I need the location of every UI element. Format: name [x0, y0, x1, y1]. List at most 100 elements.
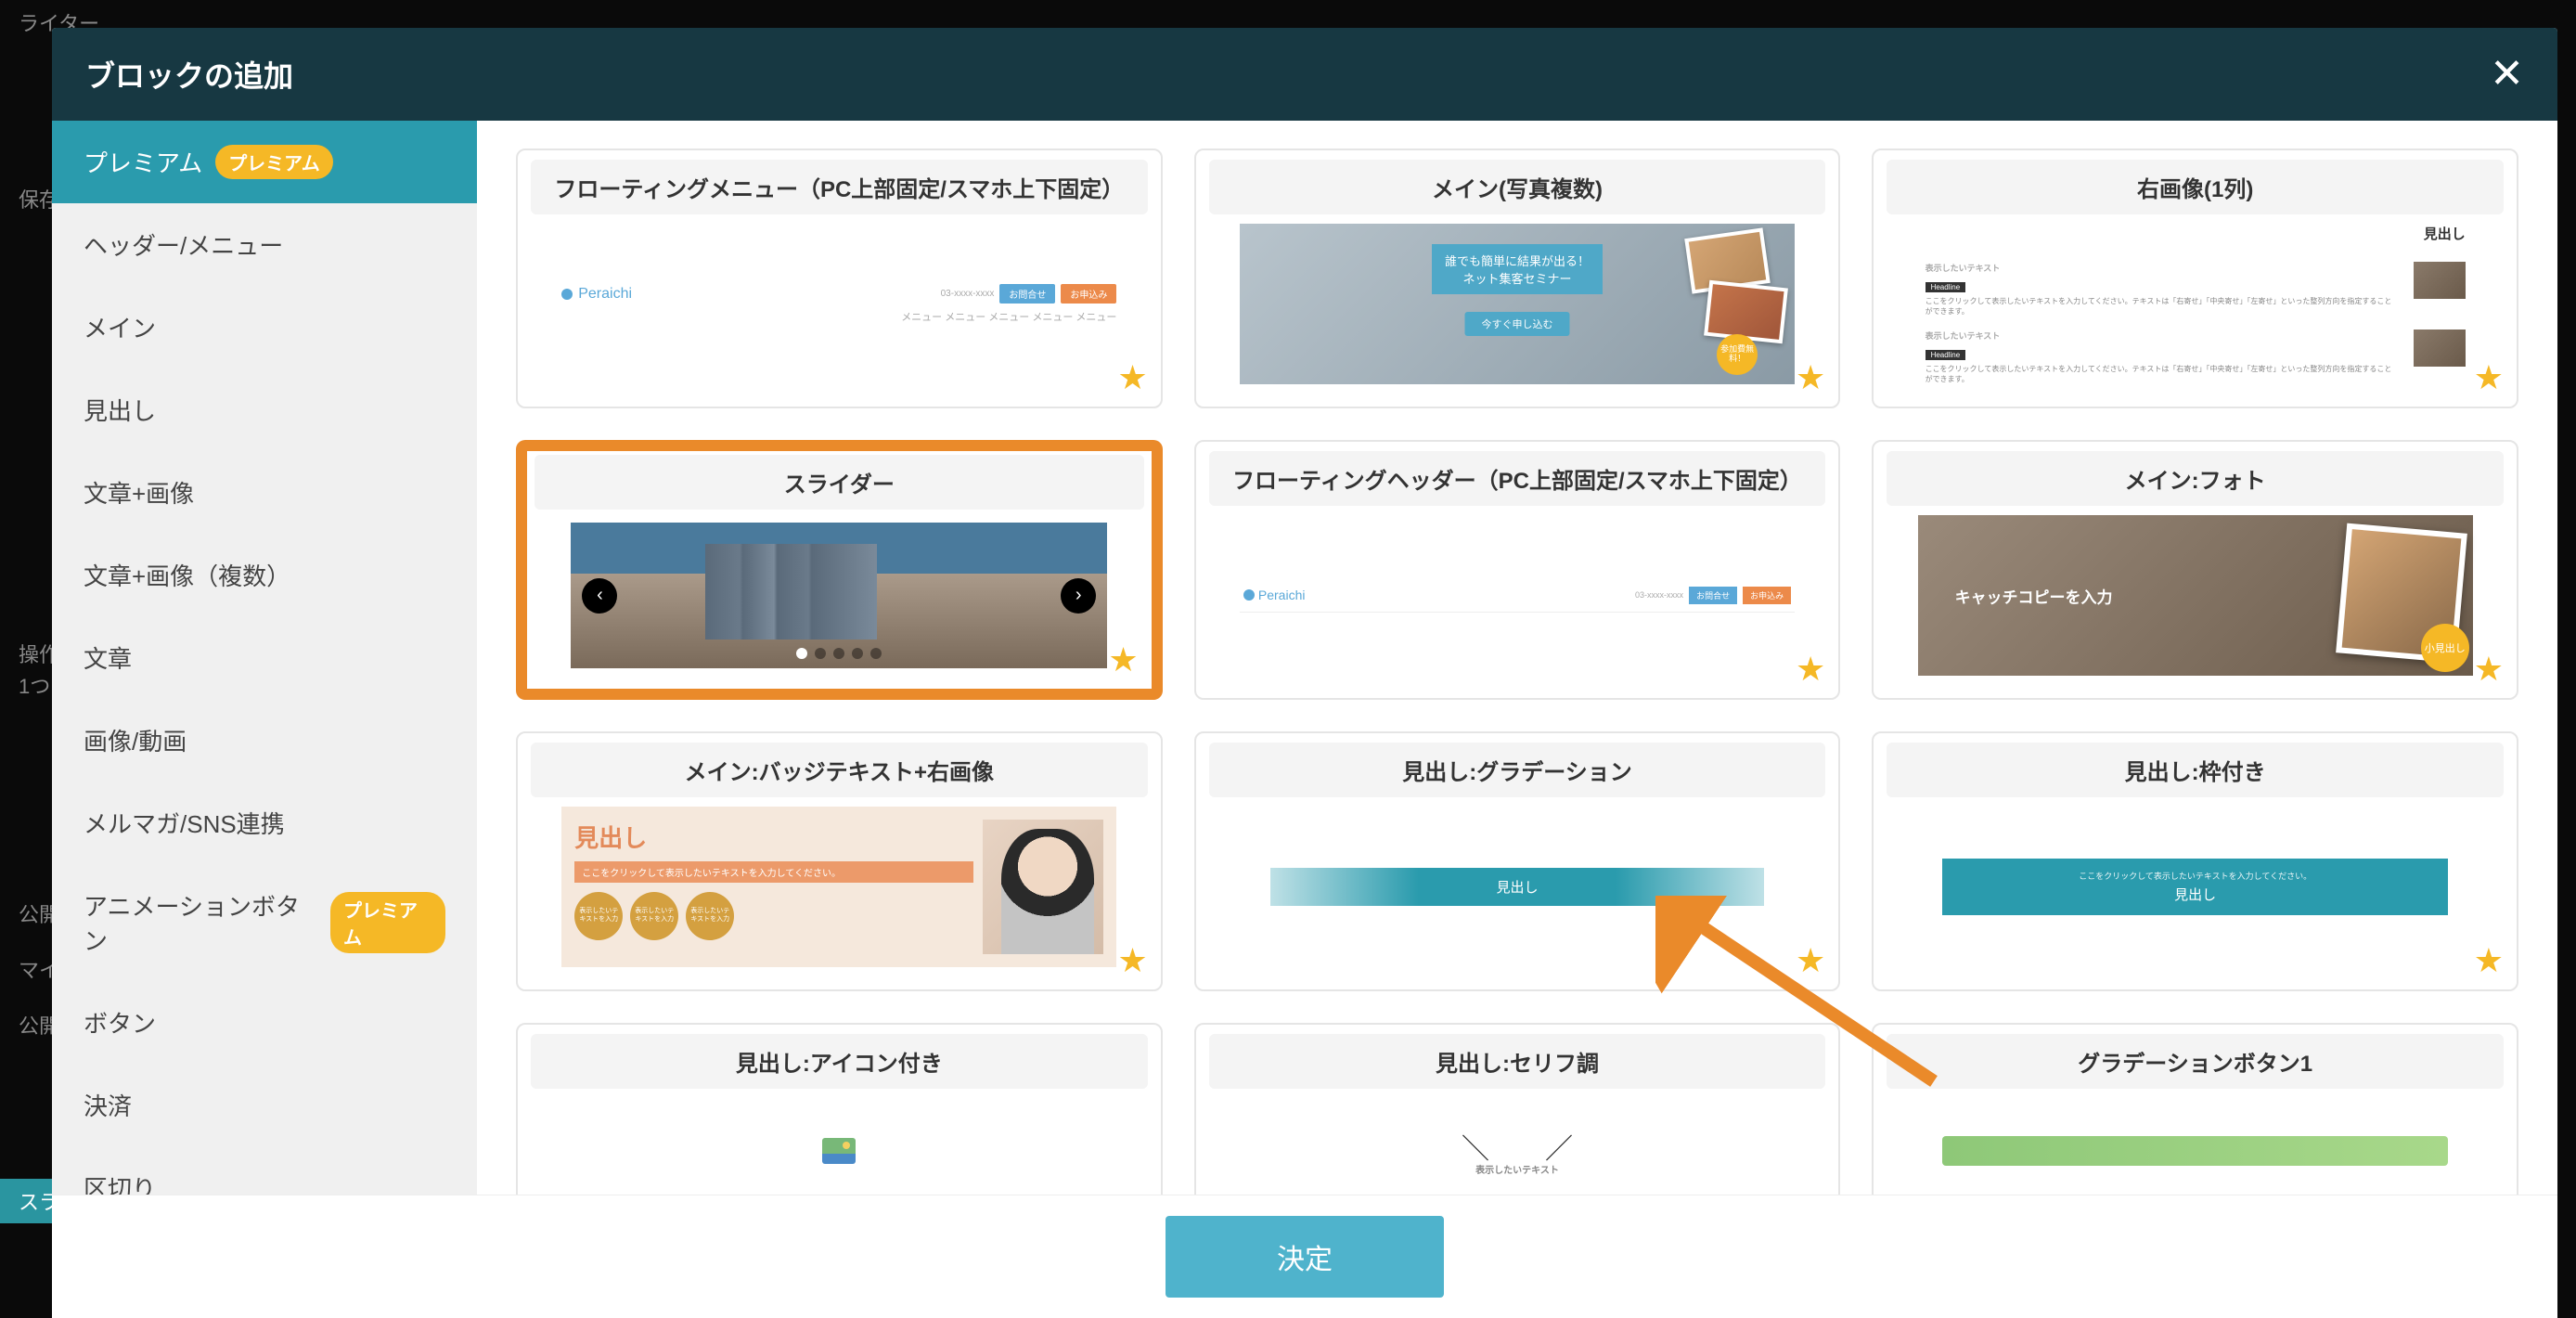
card-title: 見出し:アイコン付き: [531, 1034, 1148, 1089]
sidebar-item-divider[interactable]: 区切り: [52, 1146, 477, 1195]
block-card-badge-text-right-image[interactable]: メイン:バッジテキスト+右画像 見出し ここをクリックして表示したいテキストを入…: [516, 731, 1163, 991]
card-preview: ここをクリックして表示したいテキストを入力してください。 見出し: [1887, 797, 2504, 976]
preview-heading: 見出し: [1270, 868, 1764, 906]
block-card-main-photos[interactable]: メイン(写真複数) 誰でも簡単に結果が出る！ ネット集客セミナー 今すぐ申し込む…: [1194, 149, 1841, 408]
sidebar-item-label: ボタン: [84, 1005, 156, 1040]
slider-dots: [796, 648, 882, 659]
sidebar-item-payment[interactable]: 決済: [52, 1064, 477, 1146]
sidebar-item-text-image-multi[interactable]: 文章+画像（複数）: [52, 534, 477, 616]
card-preview: 見出し: [1209, 797, 1826, 976]
sidebar-item-button[interactable]: ボタン: [52, 981, 477, 1064]
block-grid: フローティングメニュー（PC上部固定/スマホ上下固定） Peraichi 03-…: [516, 149, 2518, 1195]
block-card-right-image[interactable]: 右画像(1列) 見出し 表示したいテキスト Headline ここをクリックして…: [1872, 149, 2518, 408]
card-title: 見出し:枠付き: [1887, 743, 2504, 797]
card-title: 見出し:セリフ調: [1209, 1034, 1826, 1089]
sidebar-item-heading[interactable]: 見出し: [52, 368, 477, 451]
sidebar-item-image-video[interactable]: 画像/動画: [52, 699, 477, 782]
favorite-star-icon[interactable]: ★: [2474, 941, 2504, 980]
preview-heading: ここをクリックして表示したいテキストを入力してください。 見出し: [1942, 859, 2448, 915]
card-title: メイン:バッジテキスト+右画像: [531, 743, 1148, 797]
preview-image: [2414, 262, 2466, 299]
preview-badge: 参加費無料！: [1717, 334, 1758, 375]
favorite-star-icon[interactable]: ★: [1796, 941, 1825, 980]
block-card-heading-gradation[interactable]: 見出し:グラデーション 見出し ★: [1194, 731, 1841, 991]
close-button[interactable]: ✕: [2490, 54, 2524, 95]
sidebar-item-text-image[interactable]: 文章+画像: [52, 451, 477, 534]
favorite-star-icon[interactable]: ★: [1108, 640, 1138, 679]
preview-badge: 小見出し: [2421, 624, 2469, 672]
favorite-star-icon[interactable]: ★: [1117, 358, 1147, 397]
sidebar-item-label: アニメーションボタン: [84, 888, 317, 957]
preview-bar: ここをクリックして表示したいテキストを入力してください。: [574, 861, 973, 883]
sidebar-item-label: 文章: [84, 640, 132, 675]
block-card-heading-icon[interactable]: 見出し:アイコン付き: [516, 1023, 1163, 1195]
add-block-modal: ブロックの追加 ✕ プレミアム プレミアム ヘッダー/メニュー メイン 見出し …: [52, 28, 2557, 1318]
sidebar-item-premium[interactable]: プレミアム プレミアム: [52, 121, 477, 203]
block-card-floating-menu[interactable]: フローティングメニュー（PC上部固定/スマホ上下固定） Peraichi 03-…: [516, 149, 1163, 408]
preview-logo: Peraichi: [578, 286, 632, 303]
card-title: グラデーションボタン1: [1887, 1034, 2504, 1089]
sidebar-item-label: 見出し: [84, 393, 156, 427]
favorite-star-icon[interactable]: ★: [1117, 941, 1147, 980]
block-card-main-photo[interactable]: メイン:フォト キャッチコピーを入力 小見出し ★: [1872, 440, 2518, 700]
preview-title: 見出し: [574, 820, 973, 854]
sidebar-item-label: 決済: [84, 1088, 132, 1122]
modal-body: プレミアム プレミアム ヘッダー/メニュー メイン 見出し 文章+画像 文章+画…: [52, 121, 2557, 1195]
block-grid-container: フローティングメニュー（PC上部固定/スマホ上下固定） Peraichi 03-…: [477, 121, 2557, 1195]
card-title: フローティングメニュー（PC上部固定/スマホ上下固定）: [531, 160, 1148, 214]
sidebar-item-label: 文章+画像（複数）: [84, 558, 290, 592]
premium-badge: プレミアム: [330, 892, 445, 953]
card-title: 見出し:グラデーション: [1209, 743, 1826, 797]
card-title: 右画像(1列): [1887, 160, 2504, 214]
block-card-gradation-button[interactable]: グラデーションボタン1: [1872, 1023, 2518, 1195]
sidebar-item-text[interactable]: 文章: [52, 616, 477, 699]
sidebar-item-newsletter-sns[interactable]: メルマガ/SNS連携: [52, 782, 477, 864]
sidebar-item-label: メイン: [84, 310, 156, 344]
slider-next-icon: ›: [1061, 578, 1096, 614]
sidebar-item-label: 画像/動画: [84, 723, 187, 757]
card-preview: ‹ ›: [535, 510, 1144, 681]
preview-heading: 誰でも簡単に結果が出る！ ネット集客セミナー: [1432, 244, 1603, 294]
preview-text: 表示したいテキスト: [1475, 1162, 1559, 1176]
card-preview: 見出し ここをクリックして表示したいテキストを入力してください。 表示したいテキ…: [531, 797, 1148, 976]
card-preview: 見出し 表示したいテキスト Headline ここをクリックして表示したいテキス…: [1887, 214, 2504, 394]
sidebar-item-main[interactable]: メイン: [52, 286, 477, 368]
slider-prev-icon: ‹: [582, 578, 617, 614]
block-card-heading-frame[interactable]: 見出し:枠付き ここをクリックして表示したいテキストを入力してください。 見出し…: [1872, 731, 2518, 991]
preview-menu: メニュー メニュー メニュー メニュー メニュー: [561, 309, 1116, 324]
card-preview: [1887, 1089, 2504, 1195]
preview-image: [2414, 330, 2466, 367]
card-title: スライダー: [535, 455, 1144, 510]
picture-icon: [822, 1138, 856, 1164]
sidebar-item-label: プレミアム: [84, 145, 202, 179]
card-preview: Peraichi 03-xxxx-xxxxお問合せお申込み メニュー メニュー …: [531, 214, 1148, 394]
card-preview: ＼／ 表示したいテキスト: [1209, 1089, 1826, 1195]
card-preview: [531, 1089, 1148, 1195]
favorite-star-icon[interactable]: ★: [2474, 650, 2504, 689]
category-sidebar: プレミアム プレミアム ヘッダー/メニュー メイン 見出し 文章+画像 文章+画…: [52, 121, 477, 1195]
sidebar-item-label: 文章+画像: [84, 475, 194, 510]
preview-cta: 今すぐ申し込む: [1464, 312, 1569, 336]
modal-title: ブロックの追加: [85, 53, 293, 96]
preview-title: 見出し: [1926, 224, 2466, 243]
preview-button: [1942, 1136, 2448, 1166]
card-preview: 誰でも簡単に結果が出る！ ネット集客セミナー 今すぐ申し込む 参加費無料！: [1209, 214, 1826, 394]
block-card-heading-serif[interactable]: 見出し:セリフ調 ＼／ 表示したいテキスト: [1194, 1023, 1841, 1195]
block-card-floating-header[interactable]: フローティングヘッダー（PC上部固定/スマホ上下固定） Peraichi 03-…: [1194, 440, 1841, 700]
premium-badge: プレミアム: [215, 145, 333, 179]
favorite-star-icon[interactable]: ★: [1796, 650, 1825, 689]
card-preview: Peraichi 03-xxxx-xxxxお問合せお申込み: [1209, 506, 1826, 685]
card-title: メイン(写真複数): [1209, 160, 1826, 214]
block-card-slider[interactable]: スライダー ‹ › ★: [516, 440, 1163, 700]
sidebar-item-label: 区切り: [84, 1170, 156, 1195]
sidebar-item-header-menu[interactable]: ヘッダー/メニュー: [52, 203, 477, 286]
sidebar-item-label: ヘッダー/メニュー: [84, 227, 283, 262]
sidebar-item-label: メルマガ/SNS連携: [84, 806, 285, 840]
favorite-star-icon[interactable]: ★: [1796, 358, 1825, 397]
card-title: フローティングヘッダー（PC上部固定/スマホ上下固定）: [1209, 451, 1826, 506]
sidebar-item-animation-button[interactable]: アニメーションボタン プレミアム: [52, 864, 477, 981]
card-title: メイン:フォト: [1887, 451, 2504, 506]
card-preview: キャッチコピーを入力 小見出し: [1887, 506, 2504, 685]
confirm-button[interactable]: 決定: [1166, 1216, 1444, 1298]
favorite-star-icon[interactable]: ★: [2474, 358, 2504, 397]
